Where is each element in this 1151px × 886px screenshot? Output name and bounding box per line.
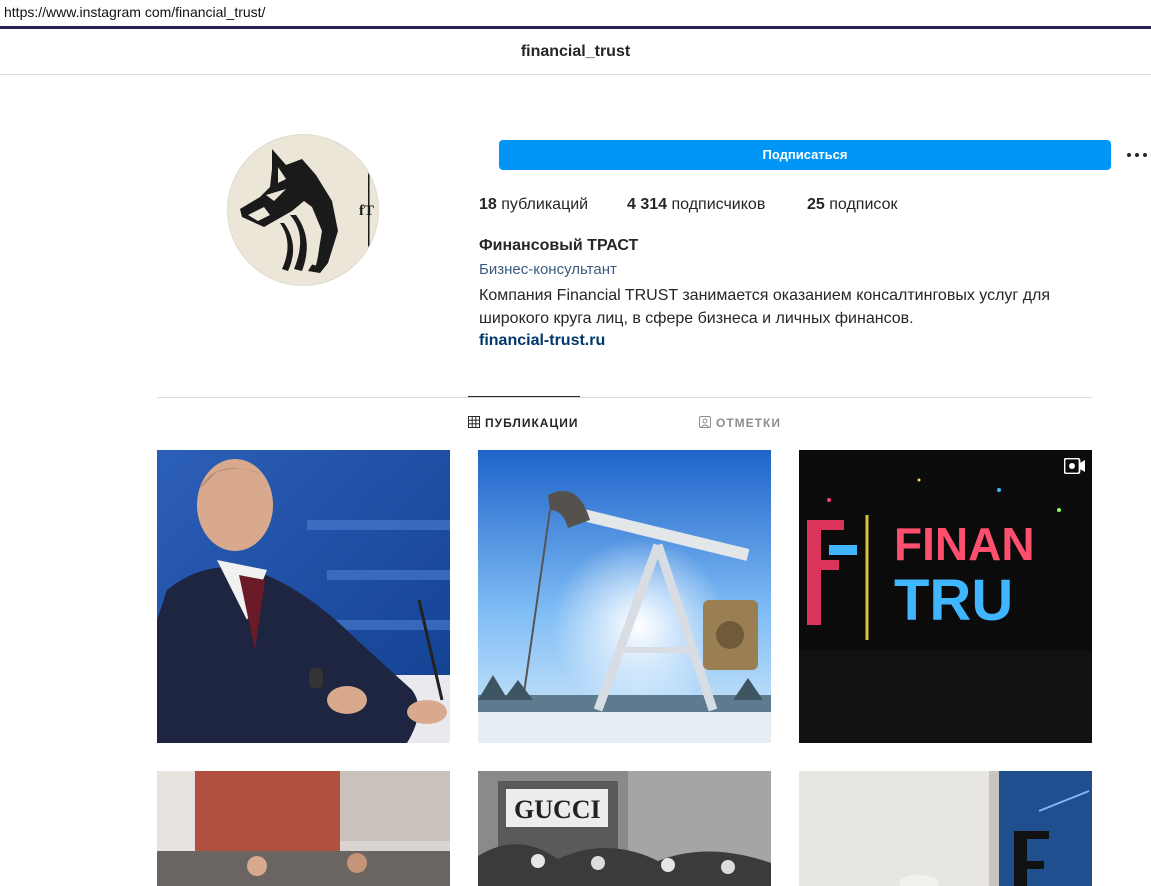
post-thumbnail[interactable] xyxy=(157,450,450,743)
svg-text:fT: fT xyxy=(359,203,374,219)
neon-text-line2: TRU xyxy=(894,568,1013,633)
post-thumbnail[interactable] xyxy=(157,771,450,886)
tagged-icon xyxy=(699,416,711,428)
tabs-divider xyxy=(157,397,1092,398)
following-label: подписок xyxy=(829,196,898,213)
avatar[interactable]: fT xyxy=(228,135,378,285)
tab-tagged-label: ОТМЕТКИ xyxy=(716,416,781,430)
url-text: https://www.instagram com/financial_trus… xyxy=(4,4,266,20)
profile-header: financial_trust xyxy=(0,29,1151,75)
neon-text-line1: FINAN xyxy=(894,518,1035,570)
profile-bio: Компания Financial TRUST занимается оказ… xyxy=(479,284,1099,330)
post-image xyxy=(478,450,771,743)
followers-count: 4 314 xyxy=(627,196,668,213)
active-tab-indicator xyxy=(468,396,580,397)
following-stat[interactable]: 25 подписок xyxy=(807,196,897,214)
followers-label: подписчиков xyxy=(671,196,766,213)
bio-line: широкого круга лиц, в сфере бизнеса и ли… xyxy=(479,310,914,327)
tab-posts[interactable]: ПУБЛИКАЦИИ xyxy=(468,416,578,430)
post-thumbnail[interactable] xyxy=(799,771,1092,886)
post-image xyxy=(157,450,450,743)
posts-label: публикаций xyxy=(501,196,589,213)
bio-line: Компания Financial TRUST занимается оказ… xyxy=(479,287,1051,304)
post-thumbnail[interactable]: FINAN TRU xyxy=(799,450,1092,743)
browser-address-bar[interactable]: https://www.instagram com/financial_trus… xyxy=(0,0,1151,29)
post-image: GUCCI xyxy=(478,771,771,886)
post-image xyxy=(157,771,450,886)
following-count: 25 xyxy=(807,196,825,213)
tab-posts-label: ПУБЛИКАЦИИ xyxy=(485,416,579,430)
follow-button[interactable]: Подписаться xyxy=(499,140,1111,170)
header-username: financial_trust xyxy=(520,43,631,60)
video-icon xyxy=(1064,458,1085,474)
post-thumbnail[interactable] xyxy=(478,450,771,743)
post-image: FINAN TRU xyxy=(799,450,1092,743)
posts-count: 18 xyxy=(479,196,497,213)
profile-category: Бизнес-консультант xyxy=(479,261,617,278)
grid-icon xyxy=(468,416,480,428)
website-link[interactable]: financial-trust.ru xyxy=(479,332,605,350)
posts-stat[interactable]: 18 публикаций xyxy=(479,196,588,214)
tab-tagged[interactable]: ОТМЕТКИ xyxy=(699,416,781,430)
storefront-sign: GUCCI xyxy=(514,795,601,824)
post-thumbnail[interactable]: GUCCI xyxy=(478,771,771,886)
followers-stat[interactable]: 4 314 подписчиков xyxy=(627,196,765,214)
post-image xyxy=(799,771,1092,886)
wolf-logo-image: fT xyxy=(240,149,374,273)
more-options-icon[interactable] xyxy=(1124,143,1150,167)
profile-full-name: Финансовый ТРАСТ xyxy=(479,237,639,254)
